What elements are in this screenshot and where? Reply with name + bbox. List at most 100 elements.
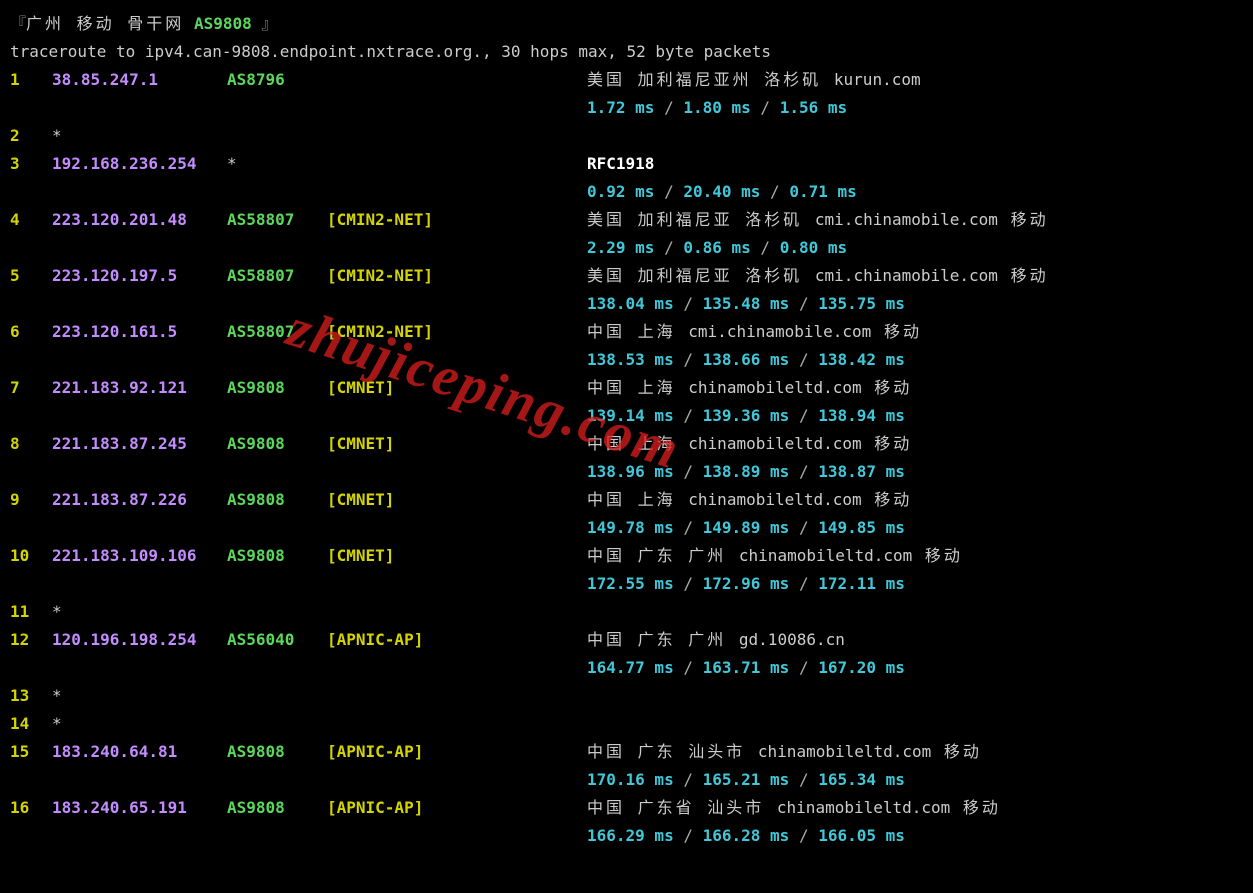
hop-ip: 120.196.198.254 (52, 626, 227, 654)
hop-row: 11* (10, 598, 1243, 626)
hop-domain: chinamobileltd.com (688, 490, 861, 509)
hop-location: 中国 上海 cmi.chinamobile.com 移动 (587, 318, 922, 346)
hop-network: [CMNET] (327, 374, 587, 402)
hop-row: 5223.120.197.5AS58807[CMIN2-NET]美国 加利福尼亚… (10, 262, 1243, 290)
hop-timings: 138.53 ms / 138.66 ms / 138.42 ms (587, 346, 1243, 374)
hop-domain: chinamobileltd.com (758, 742, 931, 761)
hop-row: 15183.240.64.81AS9808[APNIC-AP]中国 广东 汕头市… (10, 738, 1243, 766)
hop-ip: * (52, 122, 227, 150)
hop-timing: 138.53 ms (587, 350, 674, 369)
hop-network (327, 710, 587, 738)
title-asn: AS9808 (194, 14, 252, 33)
hop-ip: 183.240.64.81 (52, 738, 227, 766)
hop-timing: 0.71 ms (789, 182, 856, 201)
hop-isp: 移动 (862, 490, 913, 509)
hop-number: 1 (10, 66, 52, 94)
timing-separator: / (789, 406, 818, 425)
hop-timing: 138.87 ms (818, 462, 905, 481)
hop-location: 中国 广东 广州 chinamobileltd.com 移动 (587, 542, 963, 570)
hop-timing: 135.48 ms (703, 294, 790, 313)
hop-timing: 1.56 ms (780, 98, 847, 117)
hop-isp: 移动 (998, 266, 1049, 285)
hop-isp: 移动 (998, 210, 1049, 229)
hop-timing: 166.28 ms (703, 826, 790, 845)
hop-row: 7221.183.92.121AS9808[CMNET]中国 上海 chinam… (10, 374, 1243, 402)
hop-timing: 166.05 ms (818, 826, 905, 845)
hop-timings: 0.92 ms / 20.40 ms / 0.71 ms (587, 178, 1243, 206)
hop-domain: gd.10086.cn (739, 630, 845, 649)
hop-asn: AS9808 (227, 738, 327, 766)
title-bracket-open: 『 (10, 14, 26, 33)
timing-separator: / (789, 770, 818, 789)
timing-separator: / (654, 238, 683, 257)
timing-separator: / (789, 658, 818, 677)
hop-rfc: RFC1918 (587, 154, 654, 173)
hop-ip: 223.120.161.5 (52, 318, 227, 346)
hop-asn: AS9808 (227, 794, 327, 822)
hop-row: 4223.120.201.48AS58807[CMIN2-NET]美国 加利福尼… (10, 206, 1243, 234)
timing-separator: / (760, 182, 789, 201)
hop-network (327, 150, 587, 178)
timing-separator: / (674, 826, 703, 845)
hop-asn: AS58807 (227, 318, 327, 346)
hop-timing: 138.96 ms (587, 462, 674, 481)
hop-row: 12120.196.198.254AS56040[APNIC-AP]中国 广东 … (10, 626, 1243, 654)
hop-timing: 165.21 ms (703, 770, 790, 789)
hop-location: 中国 上海 chinamobileltd.com 移动 (587, 486, 912, 514)
title-bracket-close: 』 (261, 14, 277, 33)
hop-domain: cmi.chinamobile.com (815, 266, 998, 285)
hop-timing: 172.96 ms (703, 574, 790, 593)
hop-timing: 172.55 ms (587, 574, 674, 593)
hop-timing: 149.78 ms (587, 518, 674, 537)
hop-network: [CMIN2-NET] (327, 262, 587, 290)
hop-number: 15 (10, 738, 52, 766)
hop-network (327, 598, 587, 626)
hop-ip: * (52, 682, 227, 710)
hop-number: 16 (10, 794, 52, 822)
hop-network: [APNIC-AP] (327, 738, 587, 766)
hop-timing: 1.80 ms (683, 98, 750, 117)
hop-number: 6 (10, 318, 52, 346)
hop-timings: 1.72 ms / 1.80 ms / 1.56 ms (587, 94, 1243, 122)
hop-timing: 138.66 ms (703, 350, 790, 369)
hop-asn (227, 710, 327, 738)
hop-timings: 2.29 ms / 0.86 ms / 0.80 ms (587, 234, 1243, 262)
hop-network: [CMNET] (327, 486, 587, 514)
hop-network (327, 66, 587, 94)
hop-ip: 221.183.92.121 (52, 374, 227, 402)
hop-timing: 167.20 ms (818, 658, 905, 677)
hop-timing: 1.72 ms (587, 98, 654, 117)
hop-asn: AS58807 (227, 206, 327, 234)
hop-number: 2 (10, 122, 52, 150)
hop-timings: 172.55 ms / 172.96 ms / 172.11 ms (587, 570, 1243, 598)
hop-geo: 美国 加利福尼亚州 洛杉矶 (587, 70, 834, 89)
hop-network: [APNIC-AP] (327, 626, 587, 654)
hop-ip: * (52, 598, 227, 626)
hop-location: 美国 加利福尼亚 洛杉矶 cmi.chinamobile.com 移动 (587, 262, 1049, 290)
hop-row: 6223.120.161.5AS58807[CMIN2-NET]中国 上海 cm… (10, 318, 1243, 346)
hop-isp: 移动 (862, 378, 913, 397)
hop-number: 8 (10, 430, 52, 458)
hop-geo: 中国 上海 (587, 490, 688, 509)
hop-number: 13 (10, 682, 52, 710)
hop-isp: 移动 (912, 546, 963, 565)
hop-timing: 138.04 ms (587, 294, 674, 313)
timing-separator: / (789, 350, 818, 369)
hop-number: 14 (10, 710, 52, 738)
hop-timings: 138.04 ms / 135.48 ms / 135.75 ms (587, 290, 1243, 318)
hop-timing: 165.34 ms (818, 770, 905, 789)
hop-timing: 0.80 ms (780, 238, 847, 257)
timing-separator: / (789, 294, 818, 313)
hop-domain: chinamobileltd.com (688, 434, 861, 453)
hop-geo: 中国 广东 汕头市 (587, 742, 758, 761)
hop-timings: 166.29 ms / 166.28 ms / 166.05 ms (587, 822, 1243, 850)
hop-geo: 中国 上海 (587, 378, 688, 397)
hop-row: 138.85.247.1AS8796美国 加利福尼亚州 洛杉矶 kurun.co… (10, 66, 1243, 94)
terminal-output: 『广州 移动 骨干网 AS9808 』 traceroute to ipv4.c… (10, 10, 1243, 850)
hop-timing: 172.11 ms (818, 574, 905, 593)
hop-network: [CMIN2-NET] (327, 318, 587, 346)
hop-row: 3192.168.236.254*RFC1918 (10, 150, 1243, 178)
hop-row: 16183.240.65.191AS9808[APNIC-AP]中国 广东省 汕… (10, 794, 1243, 822)
hop-asn: AS9808 (227, 430, 327, 458)
timing-separator: / (751, 238, 780, 257)
